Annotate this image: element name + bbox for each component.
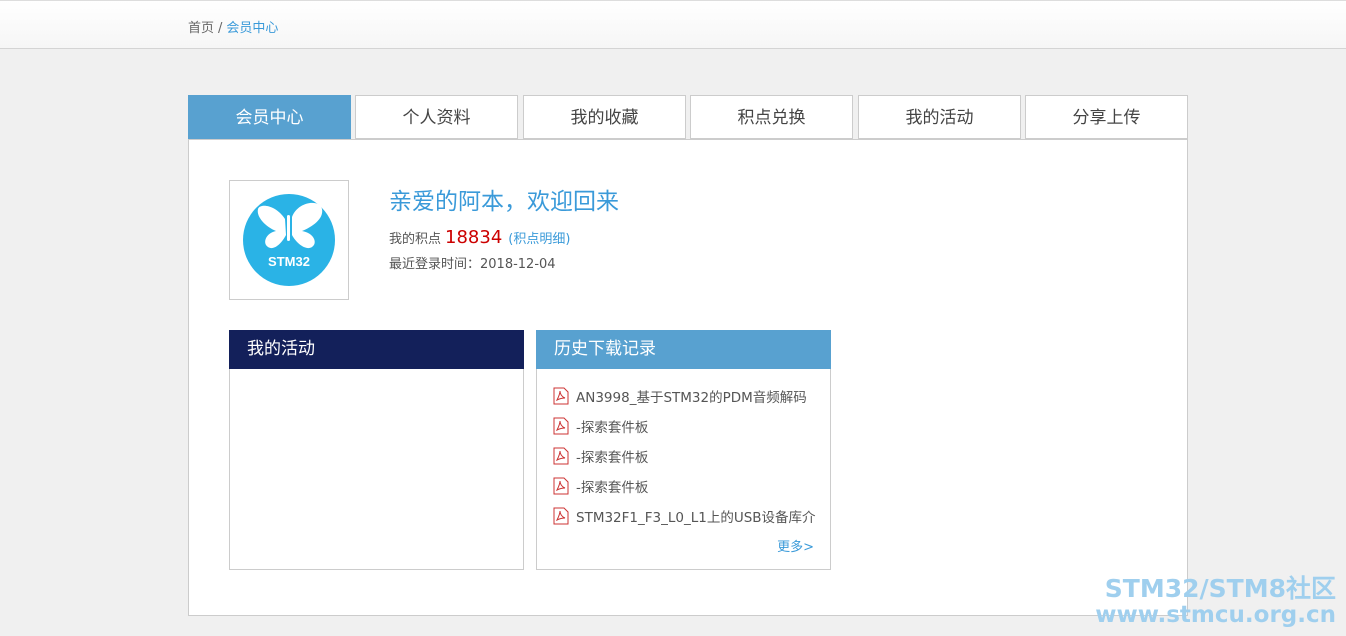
breadcrumb-separator: / <box>218 21 223 36</box>
my-activities-box: 我的活动 <box>229 330 524 570</box>
pdf-icon <box>553 477 569 495</box>
tab-member-center[interactable]: 会员中心 <box>188 95 351 139</box>
list-item[interactable]: AN3998_基于STM32的PDM音频解码 <box>553 381 830 411</box>
pdf-icon <box>553 417 569 435</box>
download-item-title[interactable]: AN3998_基于STM32的PDM音频解码 <box>576 386 807 406</box>
download-item-title[interactable]: STM32F1_F3_L0_L1上的USB设备库介 <box>576 506 816 526</box>
breadcrumb-current[interactable]: 会员中心 <box>226 21 278 36</box>
list-item[interactable]: -探索套件板 <box>553 441 830 471</box>
download-item-title[interactable]: -探索套件板 <box>576 446 648 466</box>
tab-my-activities[interactable]: 我的活动 <box>858 95 1021 139</box>
points-detail-link[interactable]: (积点明细) <box>508 232 570 247</box>
breadcrumb-home-link[interactable]: 首页 <box>188 21 214 36</box>
download-item-title[interactable]: -探索套件板 <box>576 476 648 496</box>
tab-points-exchange[interactable]: 积点兑换 <box>690 95 853 139</box>
breadcrumb: 首页 / 会员中心 <box>188 17 278 36</box>
my-activities-header: 我的活动 <box>229 330 524 369</box>
top-bar: 首页 / 会员中心 <box>0 0 1346 49</box>
watermark-line2: www.stmcu.org.cn <box>1095 602 1336 628</box>
member-center-panel: STM32 亲爱的阿本，欢迎回来 我的积点 18834 (积点明细) 最近登录时间：… <box>188 139 1188 616</box>
welcome-message: 亲爱的阿本，欢迎回来 <box>389 189 619 215</box>
download-list: AN3998_基于STM32的PDM音频解码 -探索套件板 -探索套件板 -探索… <box>537 369 830 531</box>
download-history-box: 历史下载记录 AN3998_基于STM32的PDM音频解码 -探索套件板 -探索… <box>536 330 831 570</box>
stm32-logo-icon: STM32 <box>243 194 335 286</box>
last-login-time: 最近登录时间：2018-12-04 <box>389 257 556 272</box>
pdf-icon <box>553 507 569 525</box>
site-watermark: STM32/STM8社区 www.stmcu.org.cn <box>1095 574 1336 629</box>
pdf-icon <box>553 447 569 465</box>
more-link[interactable]: 更多> <box>777 536 814 555</box>
tab-favorites[interactable]: 我的收藏 <box>523 95 686 139</box>
points-line: 我的积点 18834 (积点明细) <box>389 227 570 248</box>
avatar: STM32 <box>229 180 349 300</box>
download-item-title[interactable]: -探索套件板 <box>576 416 648 436</box>
points-value: 18834 <box>445 227 503 248</box>
list-item[interactable]: -探索套件板 <box>553 411 830 441</box>
pdf-icon <box>553 387 569 405</box>
tab-share-upload[interactable]: 分享上传 <box>1025 95 1188 139</box>
download-history-header: 历史下载记录 <box>536 330 831 369</box>
points-label: 我的积点 <box>389 232 442 247</box>
avatar-logo-text: STM32 <box>268 254 310 269</box>
watermark-line1: STM32/STM8社区 <box>1104 574 1336 603</box>
list-item[interactable]: -探索套件板 <box>553 471 830 501</box>
list-item[interactable]: STM32F1_F3_L0_L1上的USB设备库介 <box>553 501 830 531</box>
tab-profile[interactable]: 个人资料 <box>355 95 518 139</box>
